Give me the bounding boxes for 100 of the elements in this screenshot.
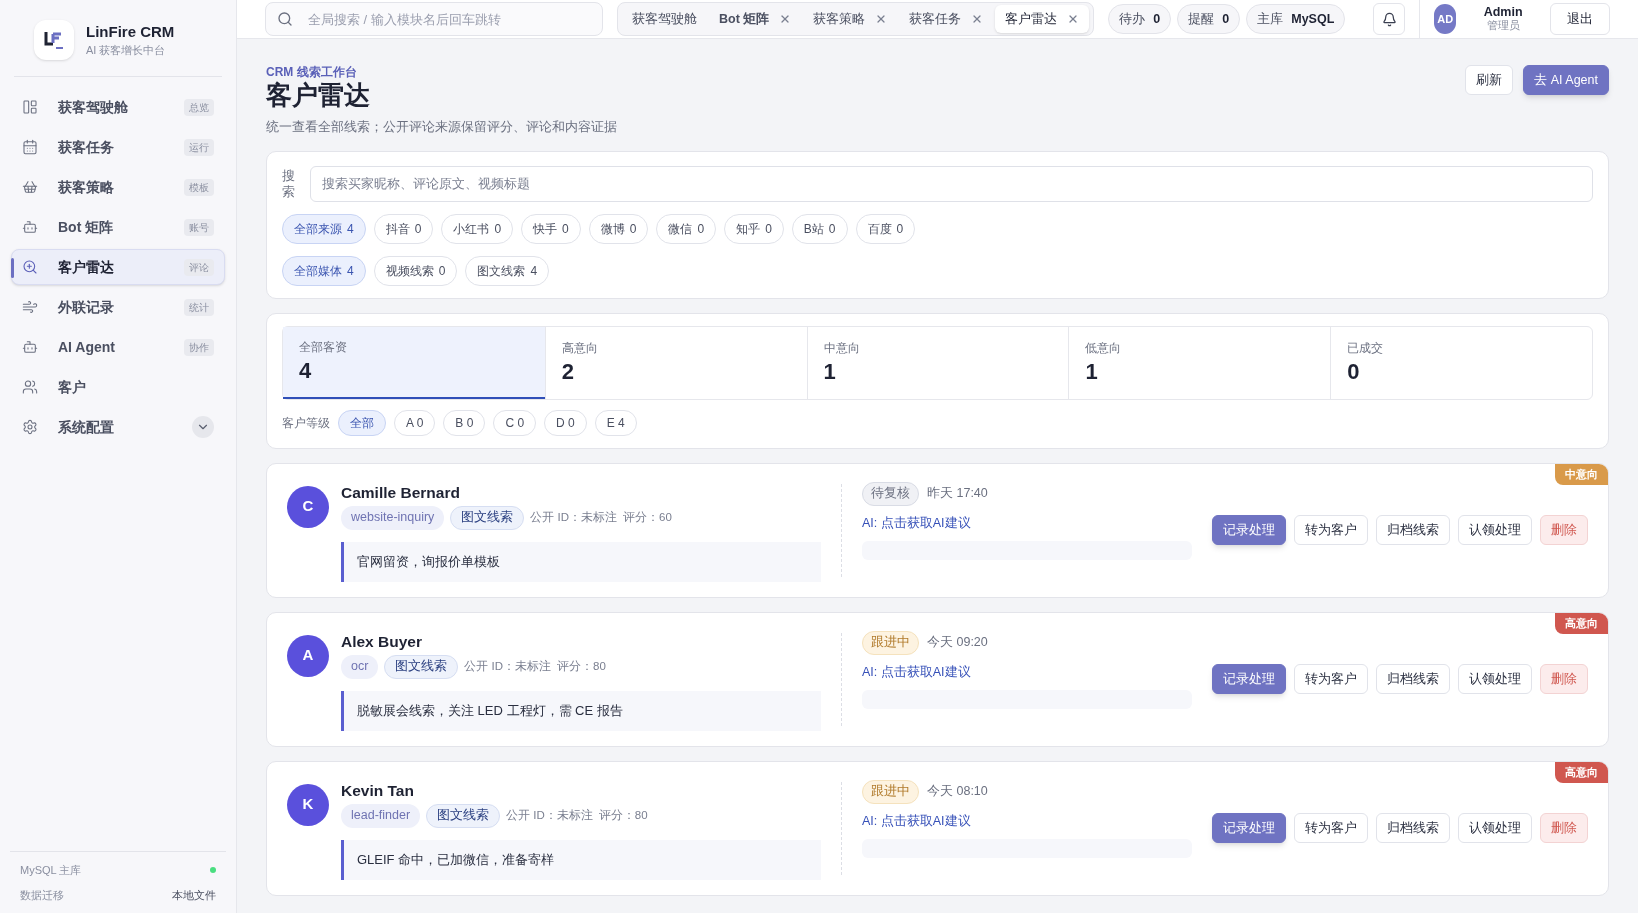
status-pill[interactable]: 提醒 0 (1177, 4, 1241, 34)
header-button[interactable]: 刷新 (1465, 65, 1514, 95)
zoom-in-icon (22, 259, 38, 275)
grade-chip[interactable]: B 0 (443, 409, 486, 436)
grade-chip[interactable]: A 0 (394, 409, 436, 436)
page-tab[interactable]: Bot 矩阵 (709, 5, 802, 33)
brand-subtitle: AI 获客增长中台 (86, 42, 167, 58)
users-icon (22, 379, 38, 395)
stat-tab[interactable]: 已成交 0 (1330, 326, 1592, 399)
robot-icon (22, 219, 38, 235)
status-tag: 跟进中 (862, 630, 919, 655)
lead-time: 昨天 17:40 (927, 485, 988, 503)
action-button[interactable]: 转为客户 (1294, 813, 1368, 843)
page-tab[interactable]: 客户雷达 (995, 5, 1090, 33)
notification-button[interactable] (1373, 3, 1406, 35)
action-button[interactable]: 记录处理 (1212, 664, 1286, 694)
lead-avatar: C (287, 485, 329, 528)
nav-item[interactable]: Bot 矩阵 账号 (11, 209, 225, 245)
page-tab[interactable]: 获客策略 (803, 5, 898, 33)
lead-time: 今天 09:20 (927, 634, 988, 652)
page-tab[interactable]: 获客任务 (899, 5, 994, 33)
global-search-field[interactable]: 全局搜索 / 输入模块名后回车跳转 (265, 2, 603, 36)
filter-chip[interactable]: 百度 0 (855, 213, 916, 244)
filter-chip[interactable]: 快手 0 (521, 213, 581, 244)
page-eyebrow: CRM 线索工作台 (266, 65, 358, 79)
grade-chip[interactable]: E 4 (594, 409, 637, 436)
filter-chip[interactable]: 微信 0 (656, 213, 717, 244)
action-button[interactable]: 删除 (1540, 515, 1588, 545)
nav-badge: 运行 (184, 138, 214, 156)
lead-search-field[interactable]: 搜索买家昵称、评论原文、视频标题 (310, 165, 1593, 202)
nav-item[interactable]: 获客任务 运行 (11, 129, 225, 165)
grade-label: 客户等级 (282, 414, 330, 432)
action-button[interactable]: 认领处理 (1458, 664, 1532, 694)
stat-tab[interactable]: 高意向 2 (544, 326, 807, 399)
score: 评分：60 (623, 509, 672, 525)
nav-label: 获客任务 (58, 137, 114, 157)
media-tag: 图文线索 (426, 803, 501, 828)
lead-comment: 脱敏展会线索，关注 LED 工程灯，需 CE 报告 (341, 690, 821, 731)
lead-name: Camille Bernard (341, 482, 461, 503)
nav-badge: 评论 (184, 258, 214, 276)
status-pill[interactable]: 待办 0 (1108, 4, 1172, 34)
status-pill[interactable]: 主库 MySQL (1246, 4, 1346, 34)
header-button[interactable]: 去 AI Agent (1523, 65, 1609, 95)
filter-chip[interactable]: 微博 0 (588, 213, 649, 244)
nav-item[interactable]: 获客驾驶舱 总览 (11, 89, 225, 125)
logo-icon (34, 20, 74, 60)
nav-badge: 统计 (184, 298, 214, 316)
stat-tab[interactable]: 低意向 1 (1068, 326, 1331, 399)
nav-item[interactable]: 外联记录 统计 (11, 289, 225, 325)
action-button[interactable]: 删除 (1540, 813, 1588, 843)
user-name: Admin (1483, 6, 1523, 19)
ai-suggestion-link[interactable]: AI: 点击获取AI建议 (862, 811, 1192, 831)
bell-icon (1381, 11, 1397, 27)
nav-item[interactable]: 客户雷达 评论 (11, 249, 225, 285)
grade-chip[interactable]: 全部 (338, 409, 386, 436)
filter-chip[interactable]: 视频线索 0 (373, 255, 458, 286)
nav-badge: 总览 (184, 98, 214, 116)
filter-chip[interactable]: 全部媒体 4 (282, 255, 366, 286)
active-indicator (11, 258, 14, 278)
action-button[interactable]: 认领处理 (1458, 515, 1532, 545)
nav-item[interactable]: 获客策略 模板 (11, 169, 225, 205)
public-id: 公开 ID：未标注 (506, 807, 593, 823)
grade-chip[interactable]: D 0 (544, 409, 587, 436)
action-button[interactable]: 删除 (1540, 664, 1588, 694)
db-label: MySQL 主库 (20, 863, 82, 878)
nav-label: 外联记录 (58, 297, 114, 317)
nav-item[interactable]: 客户 (11, 369, 225, 405)
grade-chip[interactable]: C 0 (493, 409, 537, 436)
action-button[interactable]: 记录处理 (1212, 515, 1286, 545)
filter-chip[interactable]: 抖音 0 (373, 213, 434, 244)
stat-tab[interactable]: 中意向 1 (806, 326, 1069, 399)
page-tab[interactable]: 获客驾驶舱 (622, 5, 707, 33)
action-button[interactable]: 记录处理 (1212, 813, 1286, 843)
migration-label: 数据迁移 (20, 887, 64, 903)
filter-chip[interactable]: 知乎 0 (724, 213, 784, 244)
user-avatar[interactable]: AD (1434, 4, 1457, 34)
filter-chip[interactable]: 小红书 0 (441, 213, 514, 244)
nav-label: 客户雷达 (58, 257, 114, 277)
stat-tab[interactable]: 全部客资 4 (283, 326, 545, 399)
lead-comment: GLEIF 命中，已加微信，准备寄样 (341, 839, 821, 880)
filter-chip[interactable]: 全部来源 4 (282, 213, 366, 244)
filter-chip[interactable]: 图文线索 4 (465, 255, 550, 286)
action-button[interactable]: 转为客户 (1294, 515, 1368, 545)
intent-badge: 中意向 (1555, 463, 1608, 485)
score: 评分：80 (557, 658, 606, 674)
filter-chip[interactable]: B站 0 (791, 213, 848, 244)
media-tag: 图文线索 (450, 505, 525, 530)
brand-name: LinFire CRM (86, 21, 175, 42)
action-button[interactable]: 归档线索 (1376, 664, 1450, 694)
action-button[interactable]: 认领处理 (1458, 813, 1532, 843)
ai-suggestion-link[interactable]: AI: 点击获取AI建议 (862, 662, 1192, 682)
action-button[interactable]: 归档线索 (1376, 813, 1450, 843)
logout-button[interactable]: 退出 (1550, 3, 1610, 35)
ai-suggestion-link[interactable]: AI: 点击获取AI建议 (862, 513, 1192, 533)
action-button[interactable]: 归档线索 (1376, 515, 1450, 545)
nav-item[interactable]: 系统配置 (11, 409, 225, 445)
settings-icon (22, 419, 38, 435)
action-button[interactable]: 转为客户 (1294, 664, 1368, 694)
nav-item[interactable]: AI Agent 协作 (11, 329, 225, 365)
source-tag: website-inquiry (341, 505, 445, 530)
